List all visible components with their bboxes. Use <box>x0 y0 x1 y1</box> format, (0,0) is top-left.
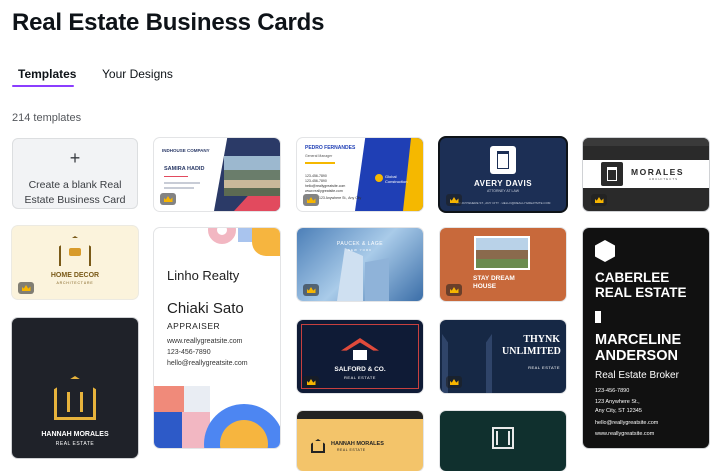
template-card-avery-davis[interactable]: AVERY DAVIS ATTORNEY AT LAW 123 ANYWHERE… <box>440 138 566 211</box>
template-card-indhouse[interactable]: INDHOUSE COMPANY SAMIRA HADID <box>154 138 280 211</box>
template-card-home-decor[interactable]: HOME DECOR ARCHITECTURE <box>12 226 138 299</box>
building-shape <box>365 258 389 301</box>
template-card-pedro-fernandes[interactable]: PEDRO FERNANDES General Manager 123-456-… <box>297 138 423 211</box>
h-monogram-icon <box>67 392 83 412</box>
decor-block <box>252 228 280 256</box>
template-card-salford[interactable]: SALFORD & CO. REAL ESTATE <box>297 320 423 393</box>
contact-line <box>164 187 194 189</box>
logo-icon <box>375 174 383 182</box>
premium-crown-icon <box>303 194 319 206</box>
phone: 123-456-7890 <box>167 349 211 356</box>
company-name: CABERLEE <box>595 270 670 285</box>
premium-crown-icon <box>446 376 462 388</box>
address: 123 Anywhere St., Any City <box>319 196 362 200</box>
brand-name: UNLIMITED <box>502 346 561 357</box>
premium-crown-icon <box>446 284 462 296</box>
phone: 123-456-7890 <box>595 388 630 394</box>
tab-templates[interactable]: Templates <box>18 67 76 81</box>
agent-role: General Manager <box>305 154 333 158</box>
brand-name: MORALES <box>631 167 684 177</box>
brand-name: Linho Realty <box>167 268 240 283</box>
house-logo-icon <box>353 350 367 360</box>
decor-bar <box>595 311 601 323</box>
brand-sub: REAL ESTATE <box>528 365 560 370</box>
brand-name: THYNK <box>523 334 560 345</box>
phone: 123-456-7890 <box>305 179 327 183</box>
hexagon-logo-icon <box>595 240 615 262</box>
email: hello@reallygreatsite.com <box>305 184 346 188</box>
template-card-hannah-morales-2[interactable]: HANNAH MORALES REAL ESTATE <box>297 411 423 471</box>
headline: STAY DREAM <box>473 275 515 282</box>
agent-name: PEDRO FERNANDES <box>305 145 356 151</box>
template-card-caberlee[interactable]: CABERLEE REAL ESTATE MARCELINE ANDERSON … <box>583 228 709 448</box>
brand-sub: NEW YORK <box>347 248 373 252</box>
brand-name: SALFORD & CO. <box>334 366 386 373</box>
company-name: INDHOUSE COMPANY <box>162 148 210 153</box>
address: 123 Anywhere St., <box>595 399 640 405</box>
create-blank-label: Create a blank Real Estate Business Card <box>24 179 126 206</box>
brand-name: Global Construction <box>385 174 408 184</box>
website: www.reallygreatsite.com <box>595 431 655 437</box>
brand-sub: ARCHITECTS <box>649 177 679 181</box>
divider <box>305 162 335 164</box>
template-count: 214 templates <box>12 112 82 124</box>
decor-block <box>154 386 184 412</box>
template-card-linho-realty[interactable]: Linho Realty Chiaki Sato APPRAISER www.r… <box>154 228 280 448</box>
house-photo <box>474 236 530 270</box>
page-title: Real Estate Business Cards <box>12 9 325 36</box>
brand-name: HOME DECOR <box>50 272 100 279</box>
house-logo-icon <box>311 439 325 453</box>
plus-icon: + <box>69 148 81 168</box>
agent-name: ANDERSON <box>595 348 678 364</box>
agent-role: REAL ESTATE <box>55 441 95 447</box>
template-card-morales[interactable]: MORALES ARCHITECTS <box>583 138 709 211</box>
monogram-logo-icon <box>496 431 510 445</box>
agent-name: AVERY DAVIS <box>473 179 533 188</box>
top-band <box>297 411 423 419</box>
premium-crown-icon <box>303 284 319 296</box>
brand-name: PAUCEK & LAGE <box>336 241 384 247</box>
agent-role: APPRAISER <box>167 321 221 331</box>
agent-role: REAL ESTATE <box>337 448 366 452</box>
agent-role: ATTORNEY AT LAW <box>486 189 520 193</box>
building-shape <box>337 248 363 301</box>
template-card-thynk-unlimited[interactable]: THYNK UNLIMITED REAL ESTATE <box>440 320 566 393</box>
template-card-paucek-lage[interactable]: PAUCEK & LAGE NEW YORK <box>297 228 423 301</box>
email: hello@reallygreatsite.com <box>167 360 248 367</box>
create-blank-card-button[interactable]: + Create a blank Real Estate Business Ca… <box>12 138 138 209</box>
decor-block <box>184 386 210 412</box>
contact-line <box>164 182 200 184</box>
active-tab-indicator <box>12 85 74 87</box>
headline: HOUSE <box>473 283 497 290</box>
agent-name: Chiaki Sato <box>167 300 244 317</box>
template-card-dark-logo[interactable] <box>440 411 566 471</box>
website: www.reallygreatsite.com <box>167 338 243 345</box>
premium-crown-icon <box>18 282 34 294</box>
agent-name: HANNAH MORALES <box>331 441 384 447</box>
template-card-stay-dream-house[interactable]: STAY DREAM HOUSE <box>440 228 566 301</box>
premium-crown-icon <box>446 194 462 206</box>
decor-block <box>154 412 182 448</box>
tab-your-designs[interactable]: Your Designs <box>102 67 173 81</box>
agent-name: MARCELINE <box>595 332 682 348</box>
agent-name: SAMIRA HADID <box>164 166 205 172</box>
decor-circle <box>208 228 236 244</box>
house-photo <box>224 156 280 196</box>
company-name: REAL ESTATE <box>595 285 687 300</box>
address: Any City, ST 12345 <box>595 408 642 414</box>
sofa-icon <box>69 248 81 256</box>
top-band <box>583 138 709 146</box>
premium-crown-icon <box>303 376 319 388</box>
premium-crown-icon <box>160 193 176 205</box>
scales-icon <box>497 151 509 169</box>
phone: 123-456-7890 <box>305 174 327 178</box>
template-card-hannah-morales[interactable]: HANNAH MORALES REAL ESTATE <box>12 318 138 458</box>
agent-role: Real Estate Broker <box>595 370 679 381</box>
premium-crown-icon <box>591 194 607 206</box>
email: hello@reallygreatsite.com <box>595 420 659 426</box>
agent-name: HANNAH MORALES <box>41 431 109 438</box>
scales-icon <box>607 167 617 181</box>
website: www.reallygreatsite.com <box>305 189 343 193</box>
divider <box>164 176 188 177</box>
